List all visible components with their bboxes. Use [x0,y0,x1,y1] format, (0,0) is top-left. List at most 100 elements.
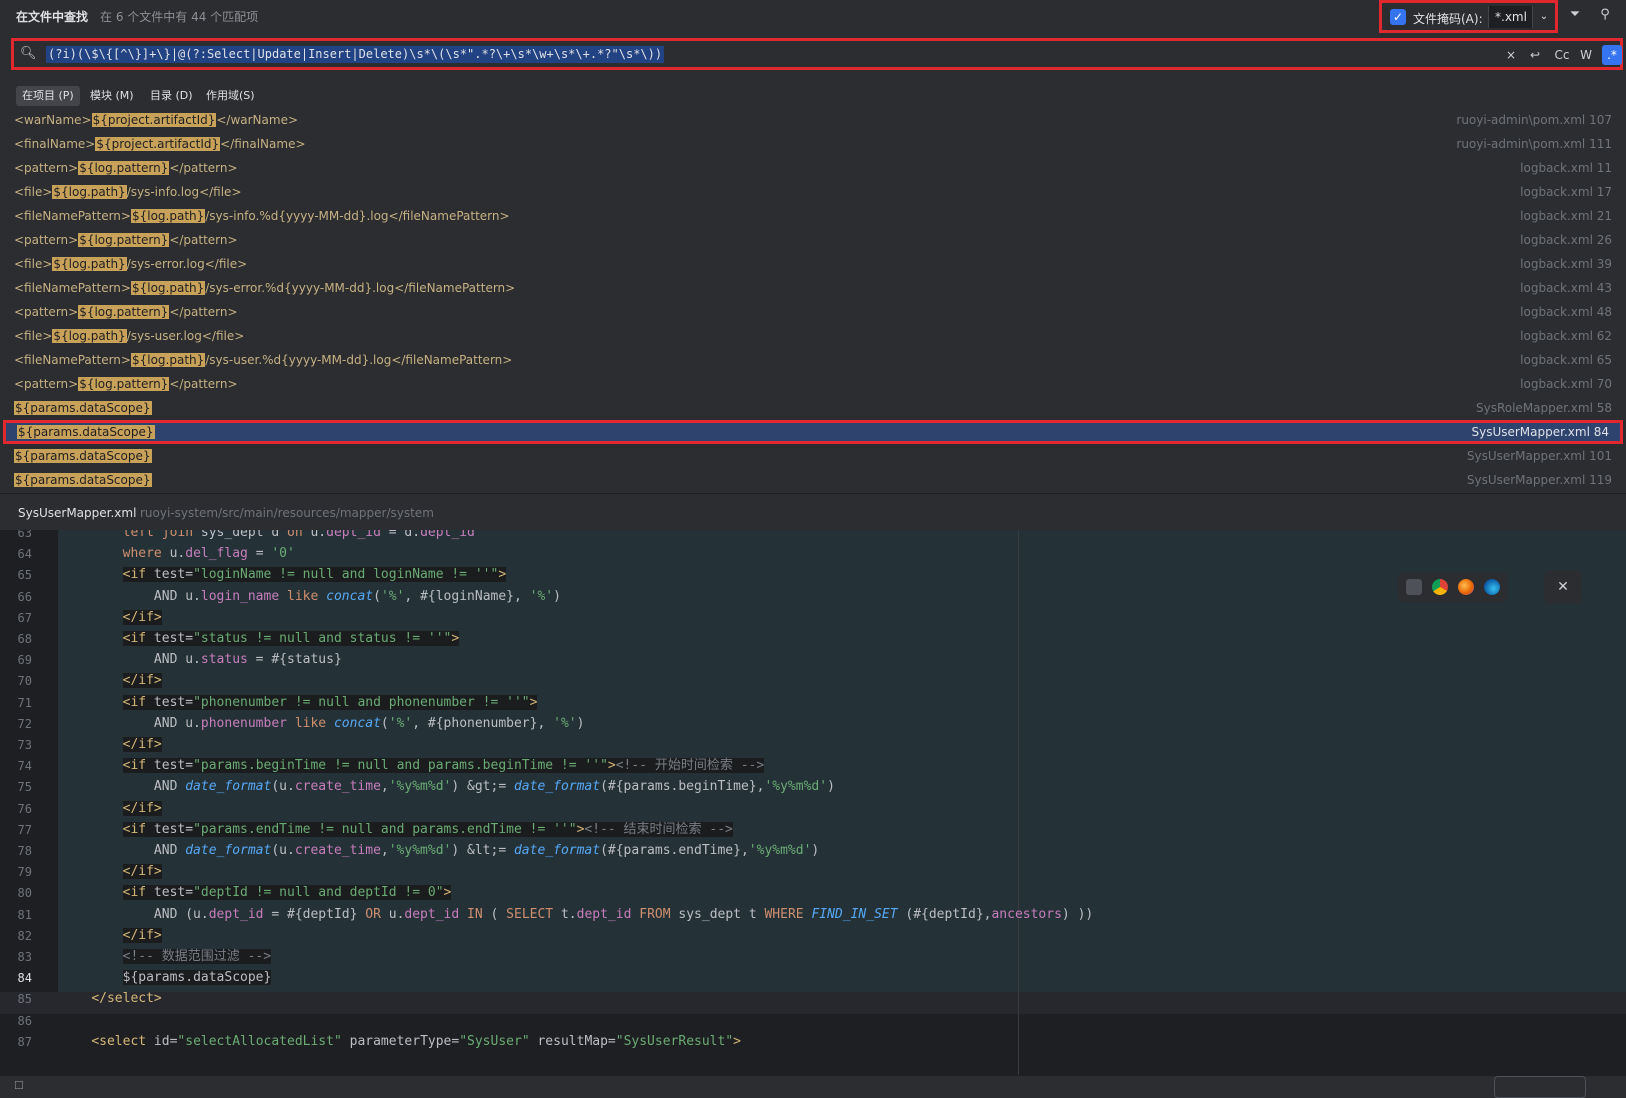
file-mask-input[interactable]: *.xml [1488,6,1532,28]
result-prefix: <fileNamePattern> [14,353,131,367]
code-line[interactable]: 84 ${params.dataScope} [0,967,1626,989]
result-suffix: </pattern> [169,377,238,391]
result-file-location: logback.xml 43 [1520,281,1612,295]
result-text: ${params.dataScope} [17,420,155,444]
code-preview-editor[interactable]: 63 left join sys_dept d on u.dept_id = d… [0,530,1626,1075]
new-line-icon[interactable]: ↩ [1526,45,1544,65]
result-row[interactable]: ${params.dataScope} SysUserMapper.xml 84 [3,420,1623,444]
code-line[interactable]: 74 <if test="params.beginTime != null an… [0,755,1626,777]
result-match: ${log.path} [52,257,127,271]
result-row[interactable]: ${params.dataScope} SysRoleMapper.xml 58 [0,396,1626,420]
code-line[interactable]: 82 </if> [0,925,1626,947]
result-text: <fileNamePattern>${log.path}/sys-error.%… [14,276,515,300]
result-text: <fileNamePattern>${log.path}/sys-user.%d… [14,348,512,372]
result-row[interactable]: <pattern>${log.pattern}</pattern> logback… [0,156,1626,180]
file-mask-label: 文件掩码(A): [1413,12,1483,26]
line-number: 84 [17,971,32,986]
result-suffix: </warName> [216,113,299,127]
scope-tab-project[interactable]: 在项目 (P) [16,86,80,106]
result-row[interactable]: <file>${log.path}/sys-user.log</file> log… [0,324,1626,348]
result-text: <pattern>${log.pattern}</pattern> [14,300,238,324]
code-line[interactable]: 75 AND date_format(u.create_time,'%y%m%d… [0,776,1626,798]
code-line[interactable]: 68 <if test="status != null and status !… [0,628,1626,650]
code-line[interactable]: 64 where u.del_flag = '0' [0,543,1626,565]
code-text: where u.del_flag = '0' [122,546,295,562]
result-row[interactable]: <fileNamePattern>${log.path}/sys-user.%d… [0,348,1626,372]
code-text: </select> [91,991,162,1007]
code-line[interactable]: 69 AND u.status = #{status} [0,649,1626,671]
firefox-icon[interactable] [1458,579,1474,595]
result-text: ${params.dataScope} [14,396,152,420]
code-line[interactable]: 77 <if test="params.endTime != null and … [0,819,1626,841]
code-line[interactable]: 71 <if test="phonenumber != null and pho… [0,692,1626,714]
result-row[interactable]: <finalName>${project.artifactId}</finalN… [0,132,1626,156]
result-file-location: logback.xml 17 [1520,185,1612,199]
code-line[interactable]: 81 AND (u.dept_id = #{deptId} OR u.dept_… [0,904,1626,926]
code-text: AND u.status = #{status} [60,652,342,668]
code-line[interactable]: 72 AND u.phonenumber like concat('%', #{… [0,713,1626,735]
scope-tab-module[interactable]: 模块 (M) [84,86,140,106]
result-row[interactable]: <warName>${project.artifactId}</warName>… [0,108,1626,132]
match-case-button[interactable]: Cc [1552,45,1572,65]
code-line[interactable]: 79 </if> [0,861,1626,883]
code-line[interactable]: 87 <select id="selectAllocatedList" para… [0,1031,1626,1053]
result-row[interactable]: <fileNamePattern>${log.path}/sys-error.%… [0,276,1626,300]
code-line[interactable]: 86 [0,1010,1626,1032]
result-match: ${params.dataScope} [14,401,152,415]
result-row[interactable]: <pattern>${log.pattern}</pattern> logback… [0,228,1626,252]
code-line[interactable]: 85 </select> [0,988,1626,1010]
code-line[interactable]: 67 </if> [0,607,1626,629]
line-number: 72 [17,716,32,731]
result-row[interactable]: ${params.dataScope} SysUserMapper.xml 119 [0,468,1626,492]
result-row[interactable]: ${params.dataScope} SysUserMapper.xml 101 [0,444,1626,468]
result-row[interactable]: <file>${log.path}/sys-info.log</file> log… [0,180,1626,204]
result-suffix: /sys-info.log</file> [126,185,242,199]
result-row[interactable]: <fileNamePattern>${log.path}/sys-info.%d… [0,204,1626,228]
chevron-down-icon[interactable]: ⌄ [1532,6,1555,28]
code-text: <if test="status != null and status != '… [122,631,460,646]
code-line[interactable]: 80 <if test="deptId != null and deptId !… [0,882,1626,904]
close-icon[interactable]: ✕ [1544,570,1582,604]
result-prefix: <file> [14,257,53,271]
result-text: <pattern>${log.pattern}</pattern> [14,228,238,252]
search-input[interactable]: (?i)(\$\{[^\}]+\}|@(?:Select|Update|Inse… [46,46,665,63]
search-history-icon[interactable]: 🔍︎ [20,46,37,61]
result-match: ${log.path} [130,281,206,295]
result-prefix: <fileNamePattern> [14,209,131,223]
result-match: ${log.pattern} [78,305,170,319]
regex-button[interactable]: .* [1602,45,1622,65]
filter-icon[interactable]: ⏷ [1566,6,1584,24]
pin-icon[interactable]: ⚲ [1596,6,1614,24]
code-line[interactable]: 73 </if> [0,734,1626,756]
result-text: <file>${log.path}/sys-user.log</file> [14,324,244,348]
code-text: <if test="deptId != null and deptId != 0… [122,885,452,901]
result-file-location: SysUserMapper.xml 119 [1466,473,1612,487]
line-number: 65 [17,568,32,583]
result-row[interactable]: <pattern>${log.pattern}</pattern> logback… [0,300,1626,324]
soft-wrap-icon[interactable] [1406,579,1422,595]
clear-icon[interactable]: × [1504,45,1518,65]
result-row[interactable]: <pattern>${log.pattern}</pattern> logback… [0,372,1626,396]
result-file-location: logback.xml 26 [1520,233,1612,247]
results-list: <warName>${project.artifactId}</warName>… [0,108,1626,492]
code-line[interactable]: 63 left join sys_dept d on u.dept_id = d… [0,530,1626,544]
code-line[interactable]: 65 <if test="loginName != null and login… [0,564,1626,586]
code-line[interactable]: 76 </if> [0,798,1626,820]
scope-tab-scope[interactable]: 作用域(S) [200,86,261,106]
code-text: AND date_format(u.create_time,'%y%m%d') … [60,779,835,795]
file-mask-checkbox[interactable]: ✓ [1390,9,1406,25]
code-line[interactable]: 66 AND u.login_name like concat('%', #{l… [0,586,1626,608]
footer-checkbox[interactable]: ☐ [14,1079,24,1092]
code-line[interactable]: 83 <!-- 数据范围过滤 --> [0,946,1626,968]
result-match: ${log.pattern} [78,233,170,247]
edge-icon[interactable] [1484,579,1500,595]
result-row[interactable]: <file>${log.path}/sys-error.log</file> lo… [0,252,1626,276]
code-line[interactable]: 78 AND date_format(u.create_time,'%y%m%d… [0,840,1626,862]
scope-tab-directory[interactable]: 目录 (D) [144,86,199,106]
result-file-location: logback.xml 39 [1520,257,1612,271]
whole-words-button[interactable]: W [1578,45,1594,65]
chrome-icon[interactable] [1432,579,1448,595]
code-line[interactable]: 70 </if> [0,670,1626,692]
result-file-location: logback.xml 21 [1520,209,1612,223]
result-prefix: <file> [14,329,53,343]
